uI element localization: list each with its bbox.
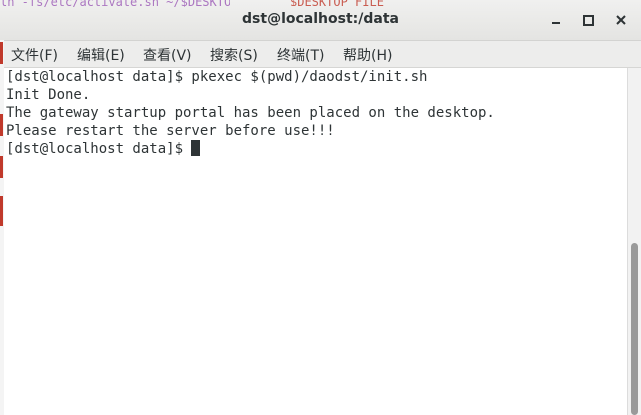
menu-view[interactable]: 查看(V) bbox=[143, 45, 192, 65]
terminal-output[interactable]: [dst@localhost data]$ pkexec $(pwd)/daod… bbox=[4, 68, 627, 415]
terminal-line: Please restart the server before use!!! bbox=[6, 123, 335, 139]
scrollbar-thumb[interactable] bbox=[631, 243, 638, 415]
text-cursor bbox=[191, 140, 201, 156]
minimize-icon bbox=[552, 22, 560, 24]
terminal-scrollbar[interactable] bbox=[627, 68, 641, 415]
background-editor-mark bbox=[0, 114, 3, 136]
background-editor-text: ln -fs/etc/activate.sh ~/$DESKTOP_FILE bbox=[0, 0, 230, 7]
terminal-line: [dst@localhost data]$ pkexec $(pwd)/daod… bbox=[6, 69, 428, 85]
menu-search[interactable]: 搜索(S) bbox=[210, 45, 258, 65]
background-editor-mark bbox=[0, 156, 3, 178]
background-editor-mark bbox=[0, 196, 3, 226]
menu-edit[interactable]: 编辑(E) bbox=[77, 45, 125, 65]
window-title: dst@localhost:/data bbox=[242, 11, 399, 27]
terminal-window: ln -fs/etc/activate.sh ~/$DESKTOP_FILE $… bbox=[0, 0, 641, 415]
background-editor-text-right: $DESKTOP_FILE bbox=[290, 0, 410, 6]
minimize-button[interactable] bbox=[546, 10, 566, 30]
close-button[interactable] bbox=[611, 10, 631, 30]
terminal-line: The gateway startup portal has been plac… bbox=[6, 105, 495, 121]
menu-terminal[interactable]: 终端(T) bbox=[277, 45, 324, 65]
menu-help[interactable]: 帮助(H) bbox=[343, 45, 392, 65]
menu-bar: 文件(F) 编辑(E) 查看(V) 搜索(S) 终端(T) 帮助(H) bbox=[0, 41, 641, 68]
terminal-prompt-line[interactable]: [dst@localhost data]$ bbox=[6, 140, 201, 158]
terminal-line: Init Done. bbox=[6, 87, 91, 103]
terminal-prompt: [dst@localhost data]$ bbox=[6, 141, 192, 157]
close-icon bbox=[616, 15, 626, 25]
background-editor-mark bbox=[0, 42, 3, 64]
maximize-button[interactable] bbox=[578, 10, 598, 30]
menu-file[interactable]: 文件(F) bbox=[11, 45, 58, 65]
title-bar[interactable]: ln -fs/etc/activate.sh ~/$DESKTOP_FILE $… bbox=[0, 0, 641, 41]
maximize-icon bbox=[582, 14, 594, 26]
